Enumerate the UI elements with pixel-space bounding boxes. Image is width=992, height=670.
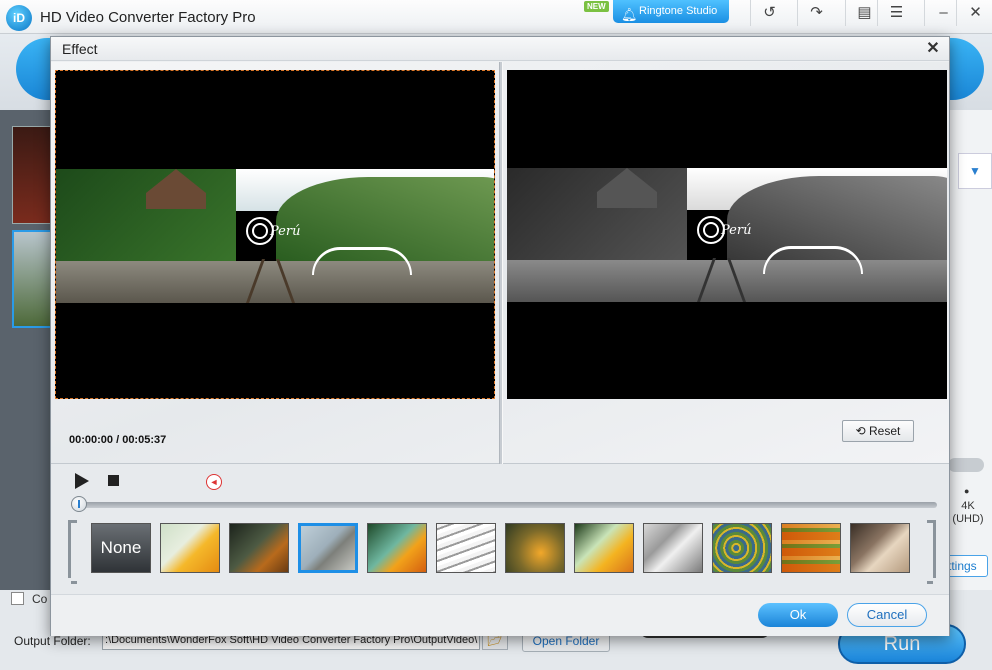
filter-thumb-1[interactable] [160, 523, 220, 573]
ringtone-studio-label: Ringtone Studio [639, 5, 718, 17]
filter-thumb-9[interactable] [712, 523, 772, 573]
output-folder-label: Output Folder: [14, 634, 91, 648]
filter-thumb-10[interactable] [781, 523, 841, 573]
filter-thumb-4[interactable] [367, 523, 427, 573]
close-icon[interactable]: ✕ [956, 0, 992, 26]
quality-slider[interactable] [948, 458, 984, 472]
filter-none[interactable]: None [91, 523, 151, 573]
combine-checkbox[interactable] [11, 592, 24, 605]
pane-divider [499, 62, 503, 464]
filter-thumb-11[interactable] [850, 523, 910, 573]
original-video[interactable]: Perú [55, 70, 495, 399]
stop-icon[interactable] [108, 475, 119, 486]
resolution-label: 4K (UHD) [952, 500, 984, 525]
app-title: HD Video Converter Factory Pro [40, 9, 256, 26]
register-icon[interactable]: ☰ [877, 0, 915, 26]
redo-icon[interactable]: ↷ [797, 0, 835, 26]
watermark-logo: Perú [697, 216, 759, 250]
video-frame: Perú [56, 169, 494, 303]
filter-thumb-6[interactable] [505, 523, 565, 573]
reset-label: Reset [869, 424, 901, 438]
reset-button[interactable]: ⟲ Reset [842, 420, 914, 442]
app-logo: iD [6, 5, 32, 31]
file-thumb[interactable] [12, 126, 52, 224]
filter-thumb-3[interactable] [298, 523, 358, 573]
ringtone-studio-button[interactable]: 🔔︎ Ringtone Studio [613, 0, 729, 23]
volume-mute-icon[interactable]: ◄ [206, 474, 222, 490]
filter-thumb-7[interactable] [574, 523, 634, 573]
filter-thumb-8[interactable] [643, 523, 703, 573]
watermark-logo: Perú [246, 217, 308, 251]
preview-video: Perú [507, 70, 947, 399]
play-icon[interactable] [75, 473, 89, 489]
bell-icon: 🔔︎ [621, 7, 638, 22]
dialog-close-icon[interactable]: ✕ [923, 39, 943, 59]
reset-icon: ⟲ [855, 424, 870, 438]
filter-thumb-5[interactable] [436, 523, 496, 573]
seek-handle[interactable] [71, 496, 87, 512]
resolution-dot: ● [964, 486, 970, 496]
combine-label: Co [32, 592, 48, 606]
cancel-button[interactable]: Cancel [847, 603, 927, 627]
format-dropdown[interactable]: ▼ [958, 153, 992, 189]
settings-button[interactable]: ttings [944, 555, 988, 577]
dialog-title: Effect [62, 41, 98, 57]
undo-icon[interactable]: ↺ [750, 0, 788, 26]
ok-button[interactable]: Ok [758, 603, 838, 627]
file-thumb[interactable] [12, 230, 52, 328]
new-badge: NEW [584, 1, 609, 12]
effect-dialog: Effect ✕ Perú Perú 00:00:00 / 00:05:37 ⟲… [50, 36, 950, 636]
seek-bar[interactable] [75, 502, 937, 508]
file-list-thumbs [0, 110, 52, 590]
title-bar: iD HD Video Converter Factory Pro NEW 🔔︎… [0, 0, 992, 34]
video-frame: Perú [507, 168, 947, 302]
timecode: 00:00:00 / 00:05:37 [69, 434, 167, 446]
dialog-title-bar: Effect ✕ [51, 37, 949, 61]
filter-thumb-2[interactable] [229, 523, 289, 573]
